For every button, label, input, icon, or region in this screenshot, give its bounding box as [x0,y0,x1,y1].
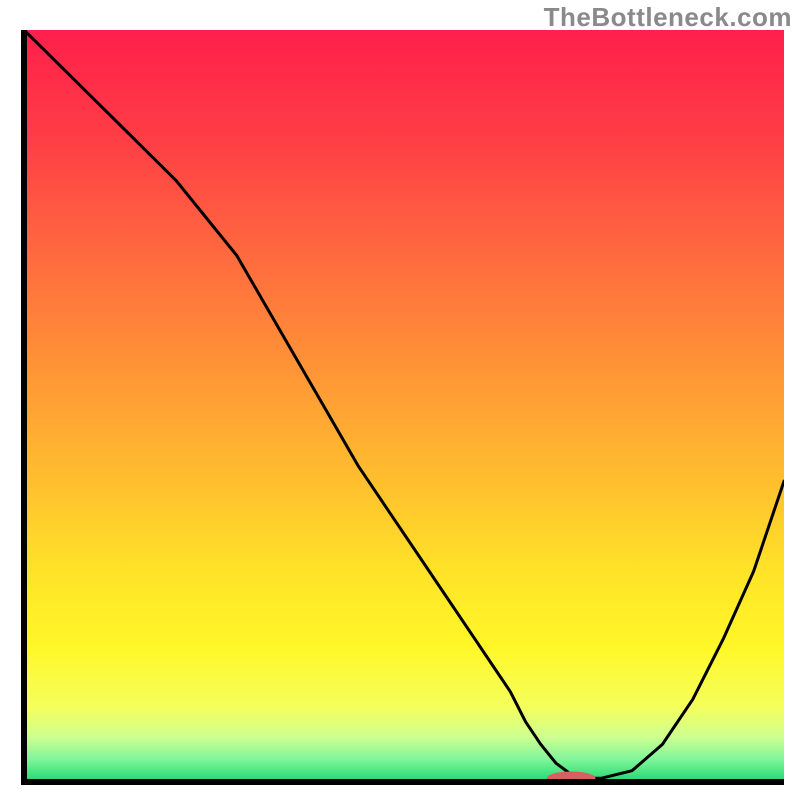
chart-frame: TheBottleneck.com [0,0,800,800]
plot-area [24,30,784,785]
watermark-text: TheBottleneck.com [544,2,792,33]
chart-svg [0,0,800,800]
